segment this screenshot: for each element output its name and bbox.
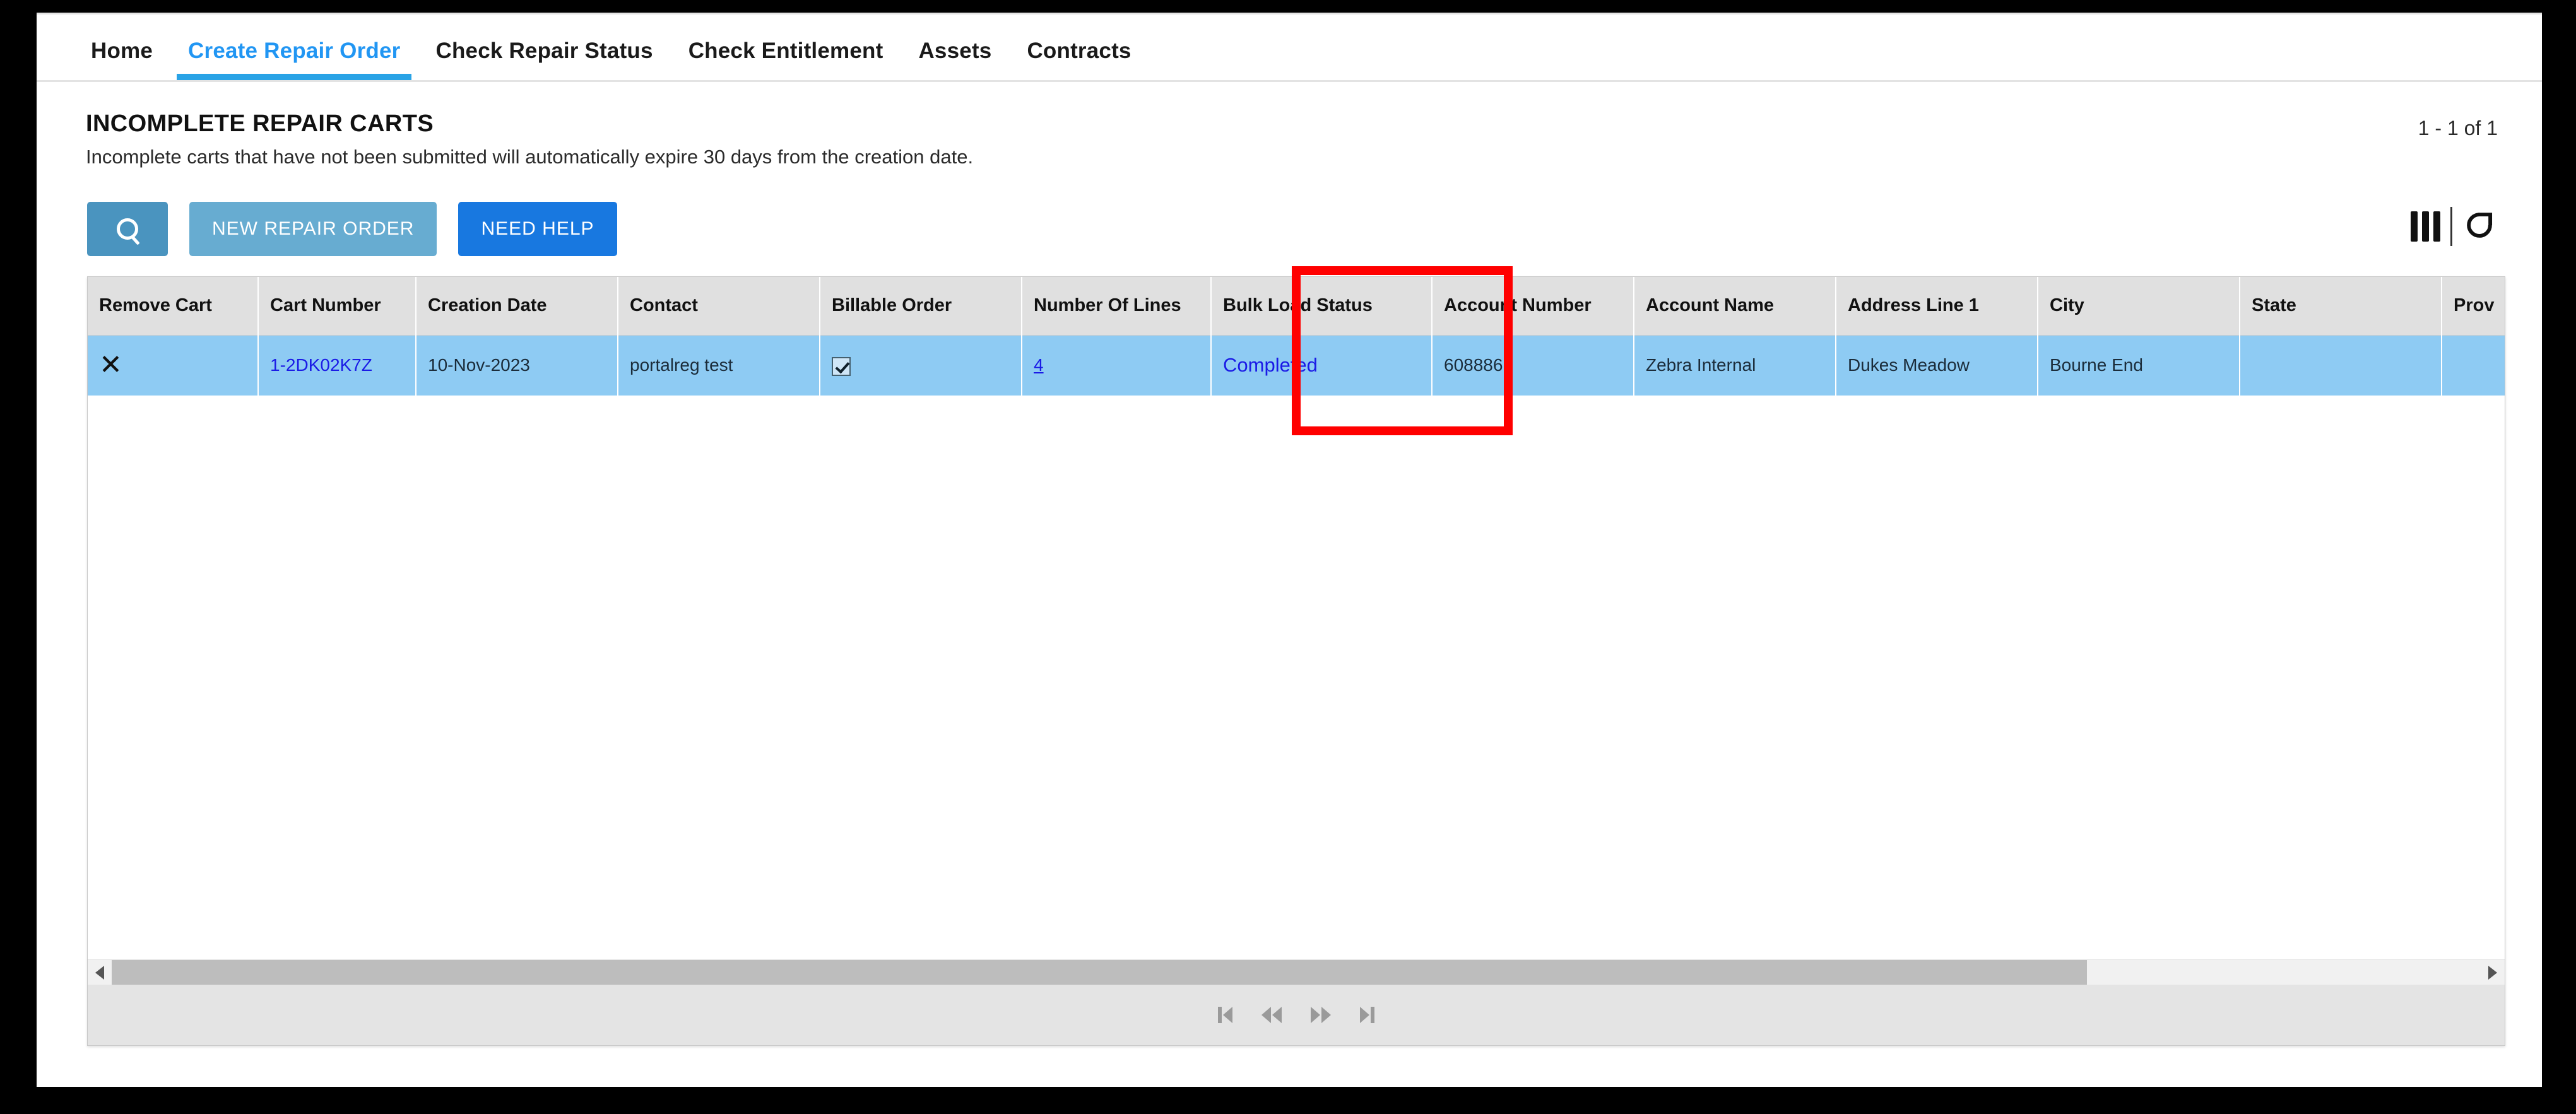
- number-of-lines-link[interactable]: 4: [1034, 355, 1044, 375]
- column-header-billable-order[interactable]: Billable Order: [820, 277, 1022, 336]
- refresh-icon[interactable]: [2462, 208, 2496, 245]
- result-count: 1 - 1 of 1: [2418, 117, 2498, 139]
- cell-cart-number: 1-2DK02K7Z: [258, 335, 417, 396]
- cell-account-number: 6088861: [1432, 335, 1634, 396]
- next-page-icon: [1321, 1007, 1331, 1023]
- grid-tools: [2411, 207, 2496, 246]
- column-header-cart-number[interactable]: Cart Number: [258, 277, 417, 336]
- pagination-bar: [88, 985, 2505, 1045]
- columns-icon-bar: [2422, 211, 2429, 242]
- previous-page-button[interactable]: [1261, 1007, 1282, 1023]
- previous-page-icon: [1272, 1007, 1282, 1023]
- column-header-contact[interactable]: Contact: [618, 277, 820, 336]
- column-header-account-name[interactable]: Account Name: [1634, 277, 1836, 336]
- cart-number-link[interactable]: 1-2DK02K7Z: [270, 355, 372, 375]
- toolbar: NEW REPAIR ORDER NEED HELP: [87, 202, 617, 256]
- horizontal-scrollbar[interactable]: [88, 959, 2505, 985]
- columns-icon-bar: [2411, 211, 2418, 242]
- column-header-bulk-load-status[interactable]: Bulk Load Status: [1211, 277, 1433, 336]
- scroll-right-arrow-icon[interactable]: [2481, 960, 2505, 985]
- column-header-city[interactable]: City: [2038, 277, 2240, 336]
- cell-contact: portalreg test: [618, 335, 820, 396]
- page-subtitle: Incomplete carts that have not been subm…: [86, 146, 974, 168]
- app-window: Home Create Repair Order Check Repair St…: [37, 13, 2542, 1087]
- last-page-icon-bar: [1371, 1007, 1374, 1023]
- nav-tab-create-repair-order[interactable]: Create Repair Order: [170, 38, 418, 80]
- page-title: INCOMPLETE REPAIR CARTS: [86, 110, 434, 137]
- column-header-creation-date[interactable]: Creation Date: [416, 277, 618, 336]
- column-header-remove-cart[interactable]: Remove Cart: [88, 277, 259, 336]
- cell-state: [2240, 335, 2442, 396]
- toolbar-divider: [2450, 207, 2452, 246]
- columns-icon-bar: [2433, 211, 2440, 242]
- scrollbar-thumb[interactable]: [112, 959, 2087, 985]
- main-navigation: Home Create Repair Order Check Repair St…: [37, 13, 2542, 82]
- first-page-button[interactable]: [1218, 1007, 1232, 1023]
- cell-billable-order: [820, 335, 1022, 396]
- table-row[interactable]: ✕ 1-2DK02K7Z 10-Nov-2023 portalreg test …: [88, 335, 2505, 396]
- grid-scroll-area: Remove Cart Cart Number Creation Date Co…: [88, 277, 2505, 946]
- scrollbar-track[interactable]: [112, 959, 2481, 985]
- new-repair-order-button[interactable]: NEW REPAIR ORDER: [189, 202, 437, 256]
- column-header-state[interactable]: State: [2240, 277, 2442, 336]
- first-page-icon: [1223, 1007, 1232, 1023]
- nav-tab-assets[interactable]: Assets: [901, 38, 1009, 80]
- next-page-icon: [1311, 1007, 1320, 1023]
- cell-address-line-1: Dukes Meadow: [1836, 335, 2038, 396]
- last-page-button[interactable]: [1360, 1007, 1374, 1023]
- cell-remove-cart: ✕: [88, 335, 259, 396]
- remove-cart-icon[interactable]: ✕: [99, 351, 122, 379]
- search-button[interactable]: [87, 202, 168, 256]
- need-help-button[interactable]: NEED HELP: [458, 202, 617, 256]
- nav-tab-check-repair-status[interactable]: Check Repair Status: [418, 38, 670, 80]
- last-page-icon: [1360, 1007, 1369, 1023]
- repair-carts-table: Remove Cart Cart Number Creation Date Co…: [88, 277, 2505, 396]
- page-header: INCOMPLETE REPAIR CARTS Incomplete carts…: [86, 110, 2503, 168]
- bulk-load-status-link[interactable]: Completed: [1223, 354, 1318, 376]
- cell-account-name: Zebra Internal: [1634, 335, 1836, 396]
- cell-creation-date: 10-Nov-2023: [416, 335, 618, 396]
- search-icon: [117, 218, 138, 240]
- scroll-left-arrow-icon[interactable]: [88, 960, 112, 985]
- first-page-icon-bar: [1218, 1007, 1222, 1023]
- cell-bulk-load-status: Completed: [1211, 335, 1433, 396]
- column-header-number-of-lines[interactable]: Number Of Lines: [1022, 277, 1212, 336]
- table-header-row: Remove Cart Cart Number Creation Date Co…: [88, 277, 2505, 336]
- billable-order-checkbox[interactable]: [832, 356, 851, 376]
- incomplete-repair-carts-grid: Remove Cart Cart Number Creation Date Co…: [87, 276, 2505, 1046]
- previous-page-icon: [1261, 1007, 1271, 1023]
- column-header-account-number[interactable]: Account Number: [1432, 277, 1634, 336]
- column-header-address-line-1[interactable]: Address Line 1: [1836, 277, 2038, 336]
- cell-prov: [2442, 335, 2505, 396]
- nav-tab-check-entitlement[interactable]: Check Entitlement: [671, 38, 901, 80]
- next-page-button[interactable]: [1311, 1007, 1331, 1023]
- cell-number-of-lines: 4: [1022, 335, 1212, 396]
- columns-icon[interactable]: [2411, 211, 2440, 242]
- nav-tab-contracts[interactable]: Contracts: [1009, 38, 1149, 80]
- nav-tab-home[interactable]: Home: [73, 38, 170, 80]
- column-header-prov[interactable]: Prov: [2442, 277, 2505, 336]
- cell-city: Bourne End: [2038, 335, 2240, 396]
